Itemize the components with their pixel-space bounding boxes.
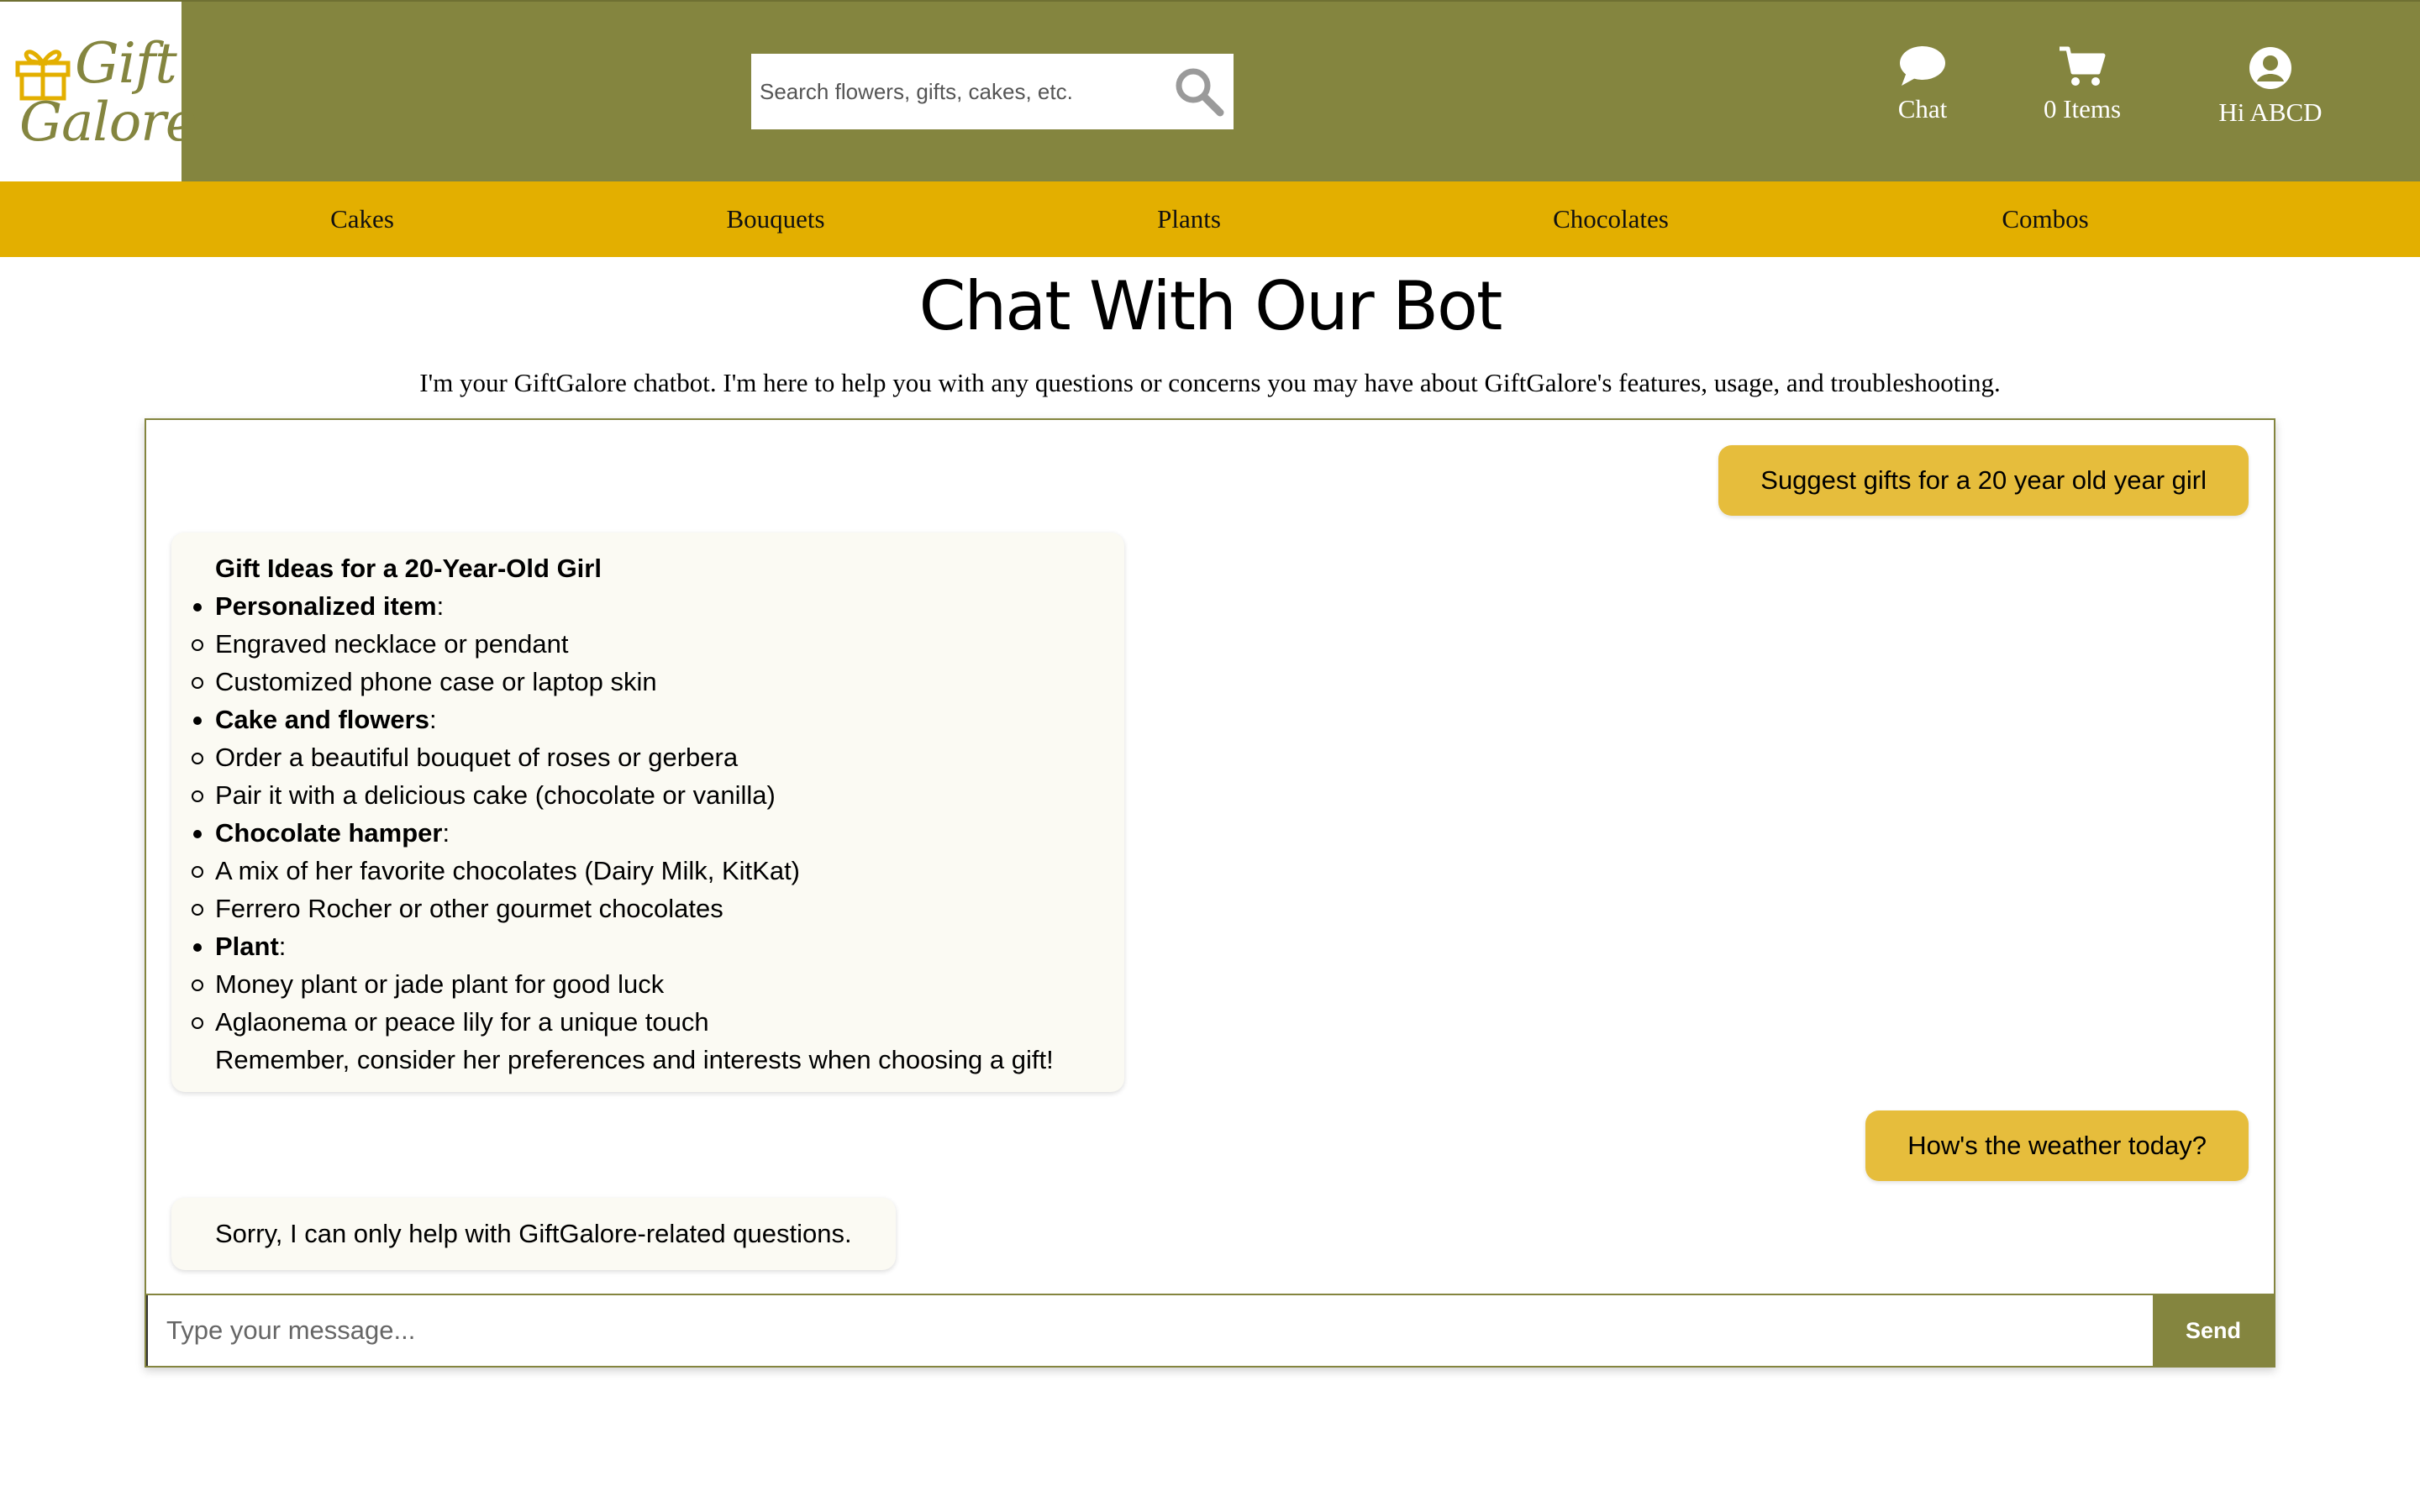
list-item: A mix of her favorite chocolates (Dairy … [171,852,1124,890]
chat-window: Suggest gifts for a 20 year old year gir… [145,418,2275,1368]
list-item: Customized phone case or laptop skin [171,663,1124,701]
logo-text-gift: Gift [75,31,177,96]
cart-button[interactable]: 0 Items [2007,45,2158,146]
account-label: Hi ABCD [2218,97,2323,127]
message-list[interactable]: Suggest gifts for a 20 year old year gir… [146,420,2274,1294]
logo-text-galore: Galore [19,92,197,154]
list-item: Chocolate hamper: [171,814,1124,852]
category-cakes[interactable]: Cakes [330,181,394,257]
account-button[interactable]: Hi ABCD [2195,45,2346,146]
cart-icon [2060,46,2106,86]
message-input[interactable] [146,1295,2153,1366]
search-icon[interactable] [1171,64,1227,119]
list-item: Aglaonema or peace lily for a unique tou… [171,1003,1124,1041]
category-plants[interactable]: Plants [1157,181,1221,257]
bot-message-title: Gift Ideas for a 20-Year-Old Girl [215,554,602,583]
category-bouquets[interactable]: Bouquets [726,181,824,257]
header: Gift Galore Chat 0 Items Hi [0,0,2420,183]
category-bar: Cakes Bouquets Plants Chocolates Combos [0,181,2420,257]
list-item: Pair it with a delicious cake (chocolate… [171,776,1124,814]
list-item: Engraved necklace or pendant [171,625,1124,663]
user-circle-icon [2249,47,2291,89]
list-item: Order a beautiful bouquet of roses or ge… [171,738,1124,776]
search-input[interactable] [751,54,1155,129]
cart-label: 0 Items [2043,94,2122,123]
list-item: Personalized item: [171,587,1124,625]
user-message: How's the weather today? [1865,1110,2249,1181]
chat-button[interactable]: Chat [1847,45,1998,146]
list-item: Money plant or jade plant for good luck [171,965,1124,1003]
chat-label: Chat [1897,94,1948,123]
bot-message-closing: Remember, consider her preferences and i… [215,1045,1054,1074]
message-composer: Send [146,1294,2274,1366]
logo[interactable]: Gift Galore [0,2,197,183]
send-button[interactable]: Send [2153,1295,2274,1366]
search-box [751,54,1234,129]
list-item: Plant: [171,927,1124,965]
page-title: Chat With Our Bot [918,267,1503,345]
list-item: Ferrero Rocher or other gourmet chocolat… [171,890,1124,927]
bot-message: Sorry, I can only help with GiftGalore-r… [171,1198,896,1270]
bot-message: Gift Ideas for a 20-Year-Old Girl Person… [171,533,1124,1092]
category-chocolates[interactable]: Chocolates [1553,181,1669,257]
page-subtitle: I'm your GiftGalore chatbot. I'm here to… [419,368,2001,397]
list-item: Cake and flowers: [171,701,1124,738]
chat-bubble-icon [1900,46,1945,86]
user-message: Suggest gifts for a 20 year old year gir… [1718,445,2249,516]
category-combos[interactable]: Combos [2002,181,2088,257]
